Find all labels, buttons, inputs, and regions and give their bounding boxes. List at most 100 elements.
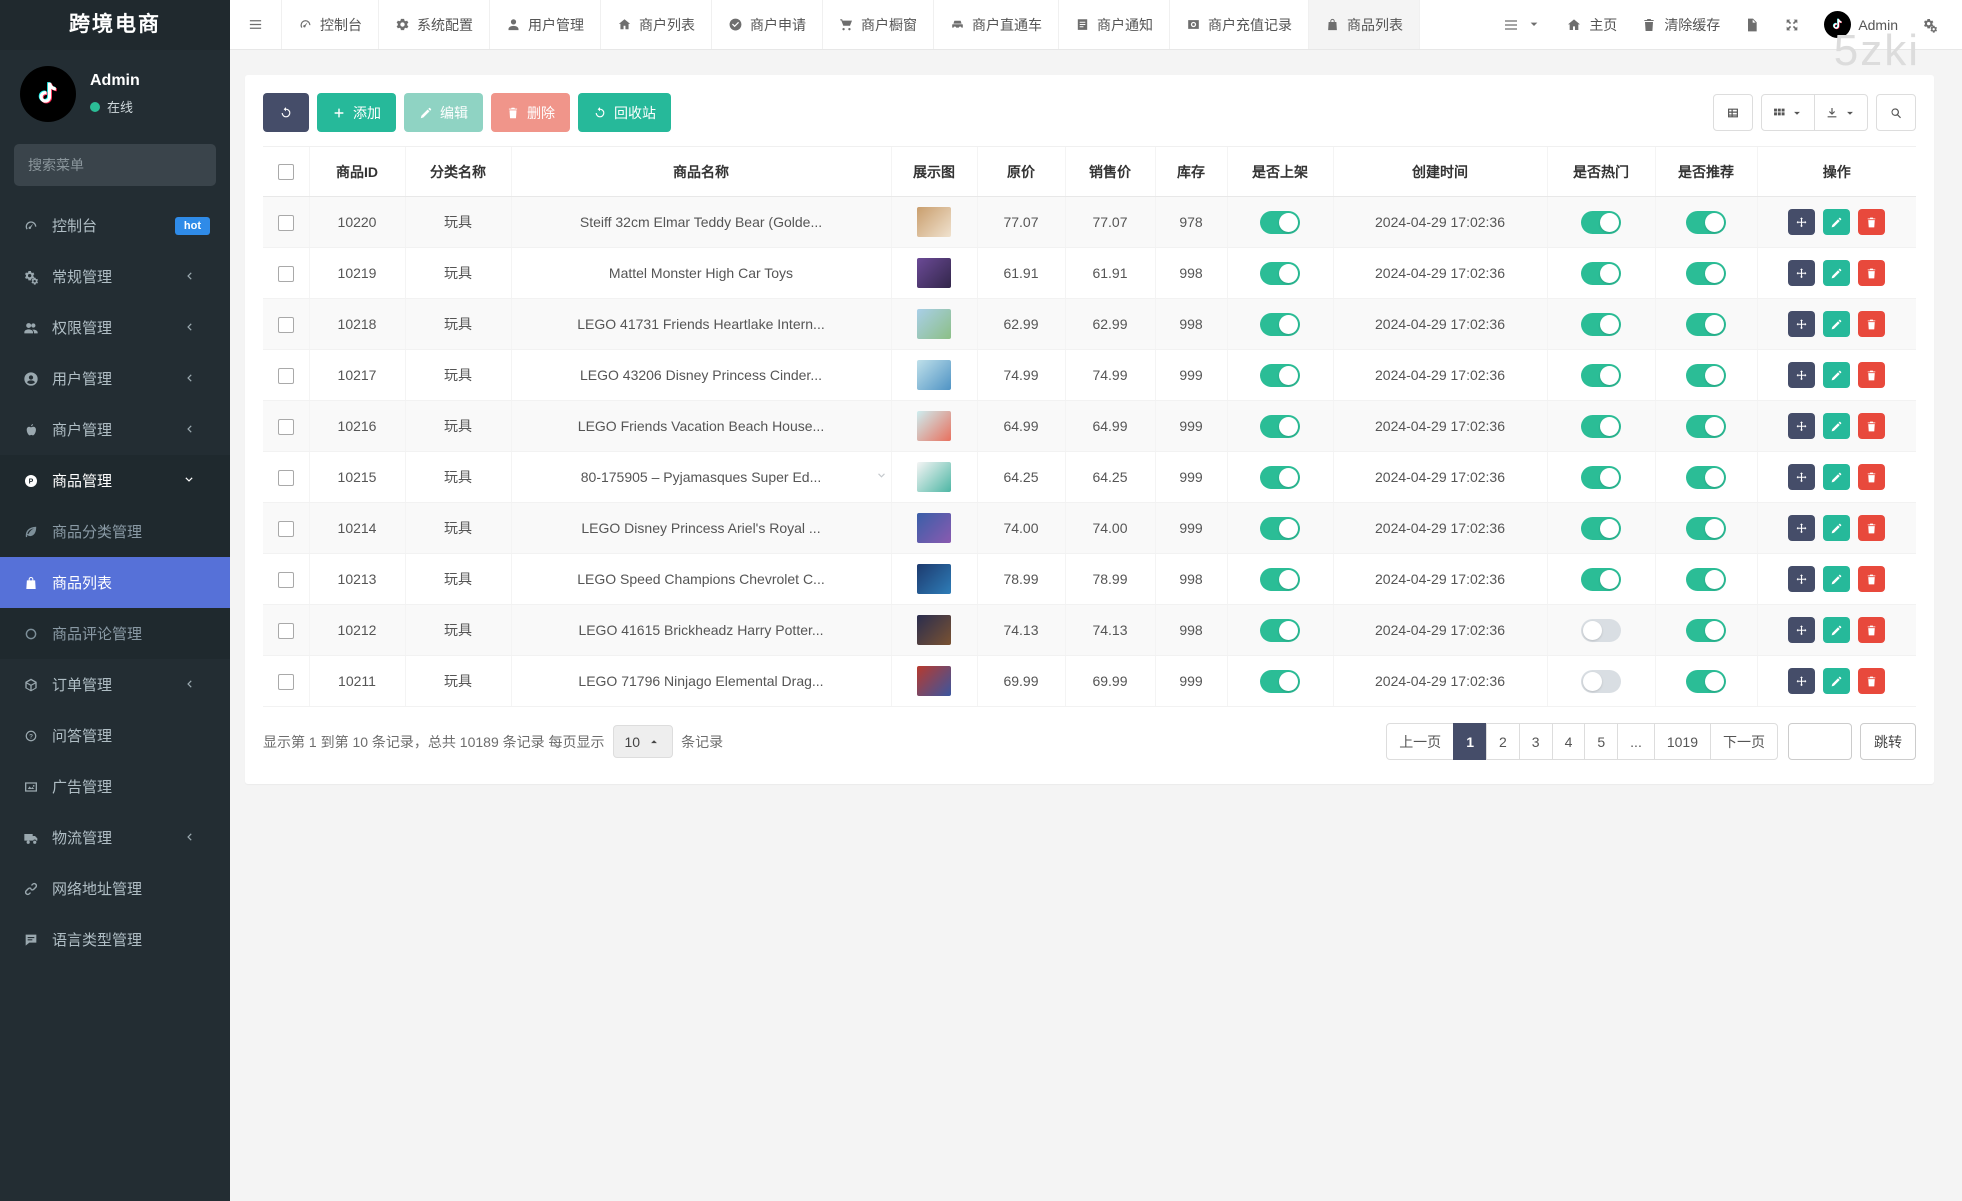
sidebar-item-dashboard[interactable]: 控制台 hot: [0, 200, 230, 251]
sidebar-item-general[interactable]: 常规管理: [0, 251, 230, 302]
drag-sort-button[interactable]: [1788, 617, 1816, 643]
on-shelf-toggle[interactable]: [1260, 618, 1300, 642]
row-edit-button[interactable]: [1823, 311, 1851, 337]
drag-sort-button[interactable]: [1788, 464, 1816, 490]
drag-sort-button[interactable]: [1788, 566, 1816, 592]
drag-sort-button[interactable]: [1788, 260, 1816, 286]
row-delete-button[interactable]: [1858, 566, 1886, 592]
row-delete-button[interactable]: [1858, 668, 1886, 694]
page-button[interactable]: 2: [1485, 723, 1520, 760]
sidebar-item-logistics[interactable]: 物流管理: [0, 812, 230, 863]
drag-sort-button[interactable]: [1788, 413, 1816, 439]
settings-gears-button[interactable]: [1922, 17, 1938, 33]
nav-home-link[interactable]: 主页: [1566, 15, 1617, 35]
row-delete-button[interactable]: [1858, 464, 1886, 490]
sidebar-item-product-list[interactable]: 商品列表: [0, 557, 230, 608]
product-thumbnail[interactable]: [917, 615, 951, 645]
recycle-bin-button[interactable]: 回收站: [578, 93, 671, 132]
row-checkbox[interactable]: [277, 214, 294, 231]
hot-toggle[interactable]: [1581, 516, 1621, 540]
product-thumbnail[interactable]: [917, 666, 951, 696]
row-delete-button[interactable]: [1858, 617, 1886, 643]
nav-tab-merchant-apply[interactable]: 商户申请: [712, 0, 823, 49]
row-edit-button[interactable]: [1823, 668, 1851, 694]
columns-button[interactable]: [1761, 94, 1815, 131]
on-shelf-toggle[interactable]: [1260, 210, 1300, 234]
row-edit-button[interactable]: [1823, 413, 1851, 439]
recommend-toggle[interactable]: [1686, 312, 1726, 336]
hot-toggle[interactable]: [1581, 363, 1621, 387]
sidebar-item-product-category[interactable]: 商品分类管理: [0, 506, 230, 557]
row-checkbox[interactable]: [277, 622, 294, 639]
on-shelf-toggle[interactable]: [1260, 312, 1300, 336]
refresh-button[interactable]: [263, 93, 309, 132]
sidebar-search-input[interactable]: [28, 157, 209, 173]
sidebar-item-qa[interactable]: ? 问答管理: [0, 710, 230, 761]
row-checkbox[interactable]: [277, 265, 294, 282]
recommend-toggle[interactable]: [1686, 618, 1726, 642]
row-checkbox[interactable]: [277, 520, 294, 537]
sidebar-item-merchant-management[interactable]: 商户管理: [0, 404, 230, 455]
row-delete-button[interactable]: [1858, 260, 1886, 286]
recommend-toggle[interactable]: [1686, 669, 1726, 693]
edit-button[interactable]: 编辑: [404, 93, 483, 132]
sidebar-item-language-type[interactable]: 语言类型管理: [0, 914, 230, 965]
row-delete-button[interactable]: [1858, 362, 1886, 388]
row-checkbox[interactable]: [277, 571, 294, 588]
drag-sort-button[interactable]: [1788, 668, 1816, 694]
hot-toggle[interactable]: [1581, 618, 1621, 642]
nav-tab-merchant-recharge[interactable]: 商户充值记录: [1170, 0, 1309, 49]
recommend-toggle[interactable]: [1686, 567, 1726, 591]
drag-sort-button[interactable]: [1788, 515, 1816, 541]
product-thumbnail[interactable]: [917, 411, 951, 441]
nav-tab-merchant-window[interactable]: 商户橱窗: [823, 0, 934, 49]
page-button[interactable]: 5: [1584, 723, 1619, 760]
drag-sort-button[interactable]: [1788, 362, 1816, 388]
select-all-checkbox[interactable]: [277, 164, 294, 181]
row-edit-button[interactable]: [1823, 515, 1851, 541]
nav-tab-product-list[interactable]: 商品列表: [1309, 0, 1420, 49]
drag-sort-button[interactable]: [1788, 209, 1816, 235]
row-edit-button[interactable]: [1823, 362, 1851, 388]
hot-toggle[interactable]: [1581, 261, 1621, 285]
card-view-button[interactable]: [1713, 94, 1753, 131]
row-delete-button[interactable]: [1858, 209, 1886, 235]
page-jump-input[interactable]: [1788, 723, 1852, 760]
page-size-select[interactable]: 10: [612, 725, 674, 758]
sidebar-item-auth[interactable]: 权限管理: [0, 302, 230, 353]
product-thumbnail[interactable]: [917, 462, 951, 492]
nav-tab-dashboard[interactable]: 控制台: [282, 0, 379, 49]
add-button[interactable]: 添加: [317, 93, 396, 132]
page-ellipsis[interactable]: ...: [1617, 723, 1655, 760]
tab-list-dropdown[interactable]: [1503, 16, 1542, 33]
row-edit-button[interactable]: [1823, 260, 1851, 286]
recommend-toggle[interactable]: [1686, 363, 1726, 387]
row-checkbox[interactable]: [277, 367, 294, 384]
row-edit-button[interactable]: [1823, 566, 1851, 592]
product-thumbnail[interactable]: [917, 564, 951, 594]
sidebar-item-product-comment[interactable]: 商品评论管理: [0, 608, 230, 659]
delete-button[interactable]: 删除: [491, 93, 570, 132]
on-shelf-toggle[interactable]: [1260, 261, 1300, 285]
nav-tab-merchant-list[interactable]: 商户列表: [601, 0, 712, 49]
row-delete-button[interactable]: [1858, 515, 1886, 541]
recommend-toggle[interactable]: [1686, 465, 1726, 489]
page-button[interactable]: 1: [1453, 723, 1487, 760]
on-shelf-toggle[interactable]: [1260, 414, 1300, 438]
product-thumbnail[interactable]: [917, 360, 951, 390]
sidebar-item-url-management[interactable]: 网络地址管理: [0, 863, 230, 914]
sidebar-search[interactable]: [14, 144, 216, 186]
row-checkbox[interactable]: [277, 316, 294, 333]
on-shelf-toggle[interactable]: [1260, 465, 1300, 489]
hot-toggle[interactable]: [1581, 465, 1621, 489]
page-button[interactable]: 3: [1518, 723, 1553, 760]
nav-tab-merchant-notice[interactable]: 商户通知: [1059, 0, 1170, 49]
product-thumbnail[interactable]: [917, 309, 951, 339]
on-shelf-toggle[interactable]: [1260, 363, 1300, 387]
row-checkbox[interactable]: [277, 673, 294, 690]
sidebar-item-user-management[interactable]: 用户管理: [0, 353, 230, 404]
row-edit-button[interactable]: [1823, 209, 1851, 235]
drag-sort-button[interactable]: [1788, 311, 1816, 337]
page-jump-button[interactable]: 跳转: [1860, 723, 1916, 760]
page-button[interactable]: 4: [1551, 723, 1586, 760]
